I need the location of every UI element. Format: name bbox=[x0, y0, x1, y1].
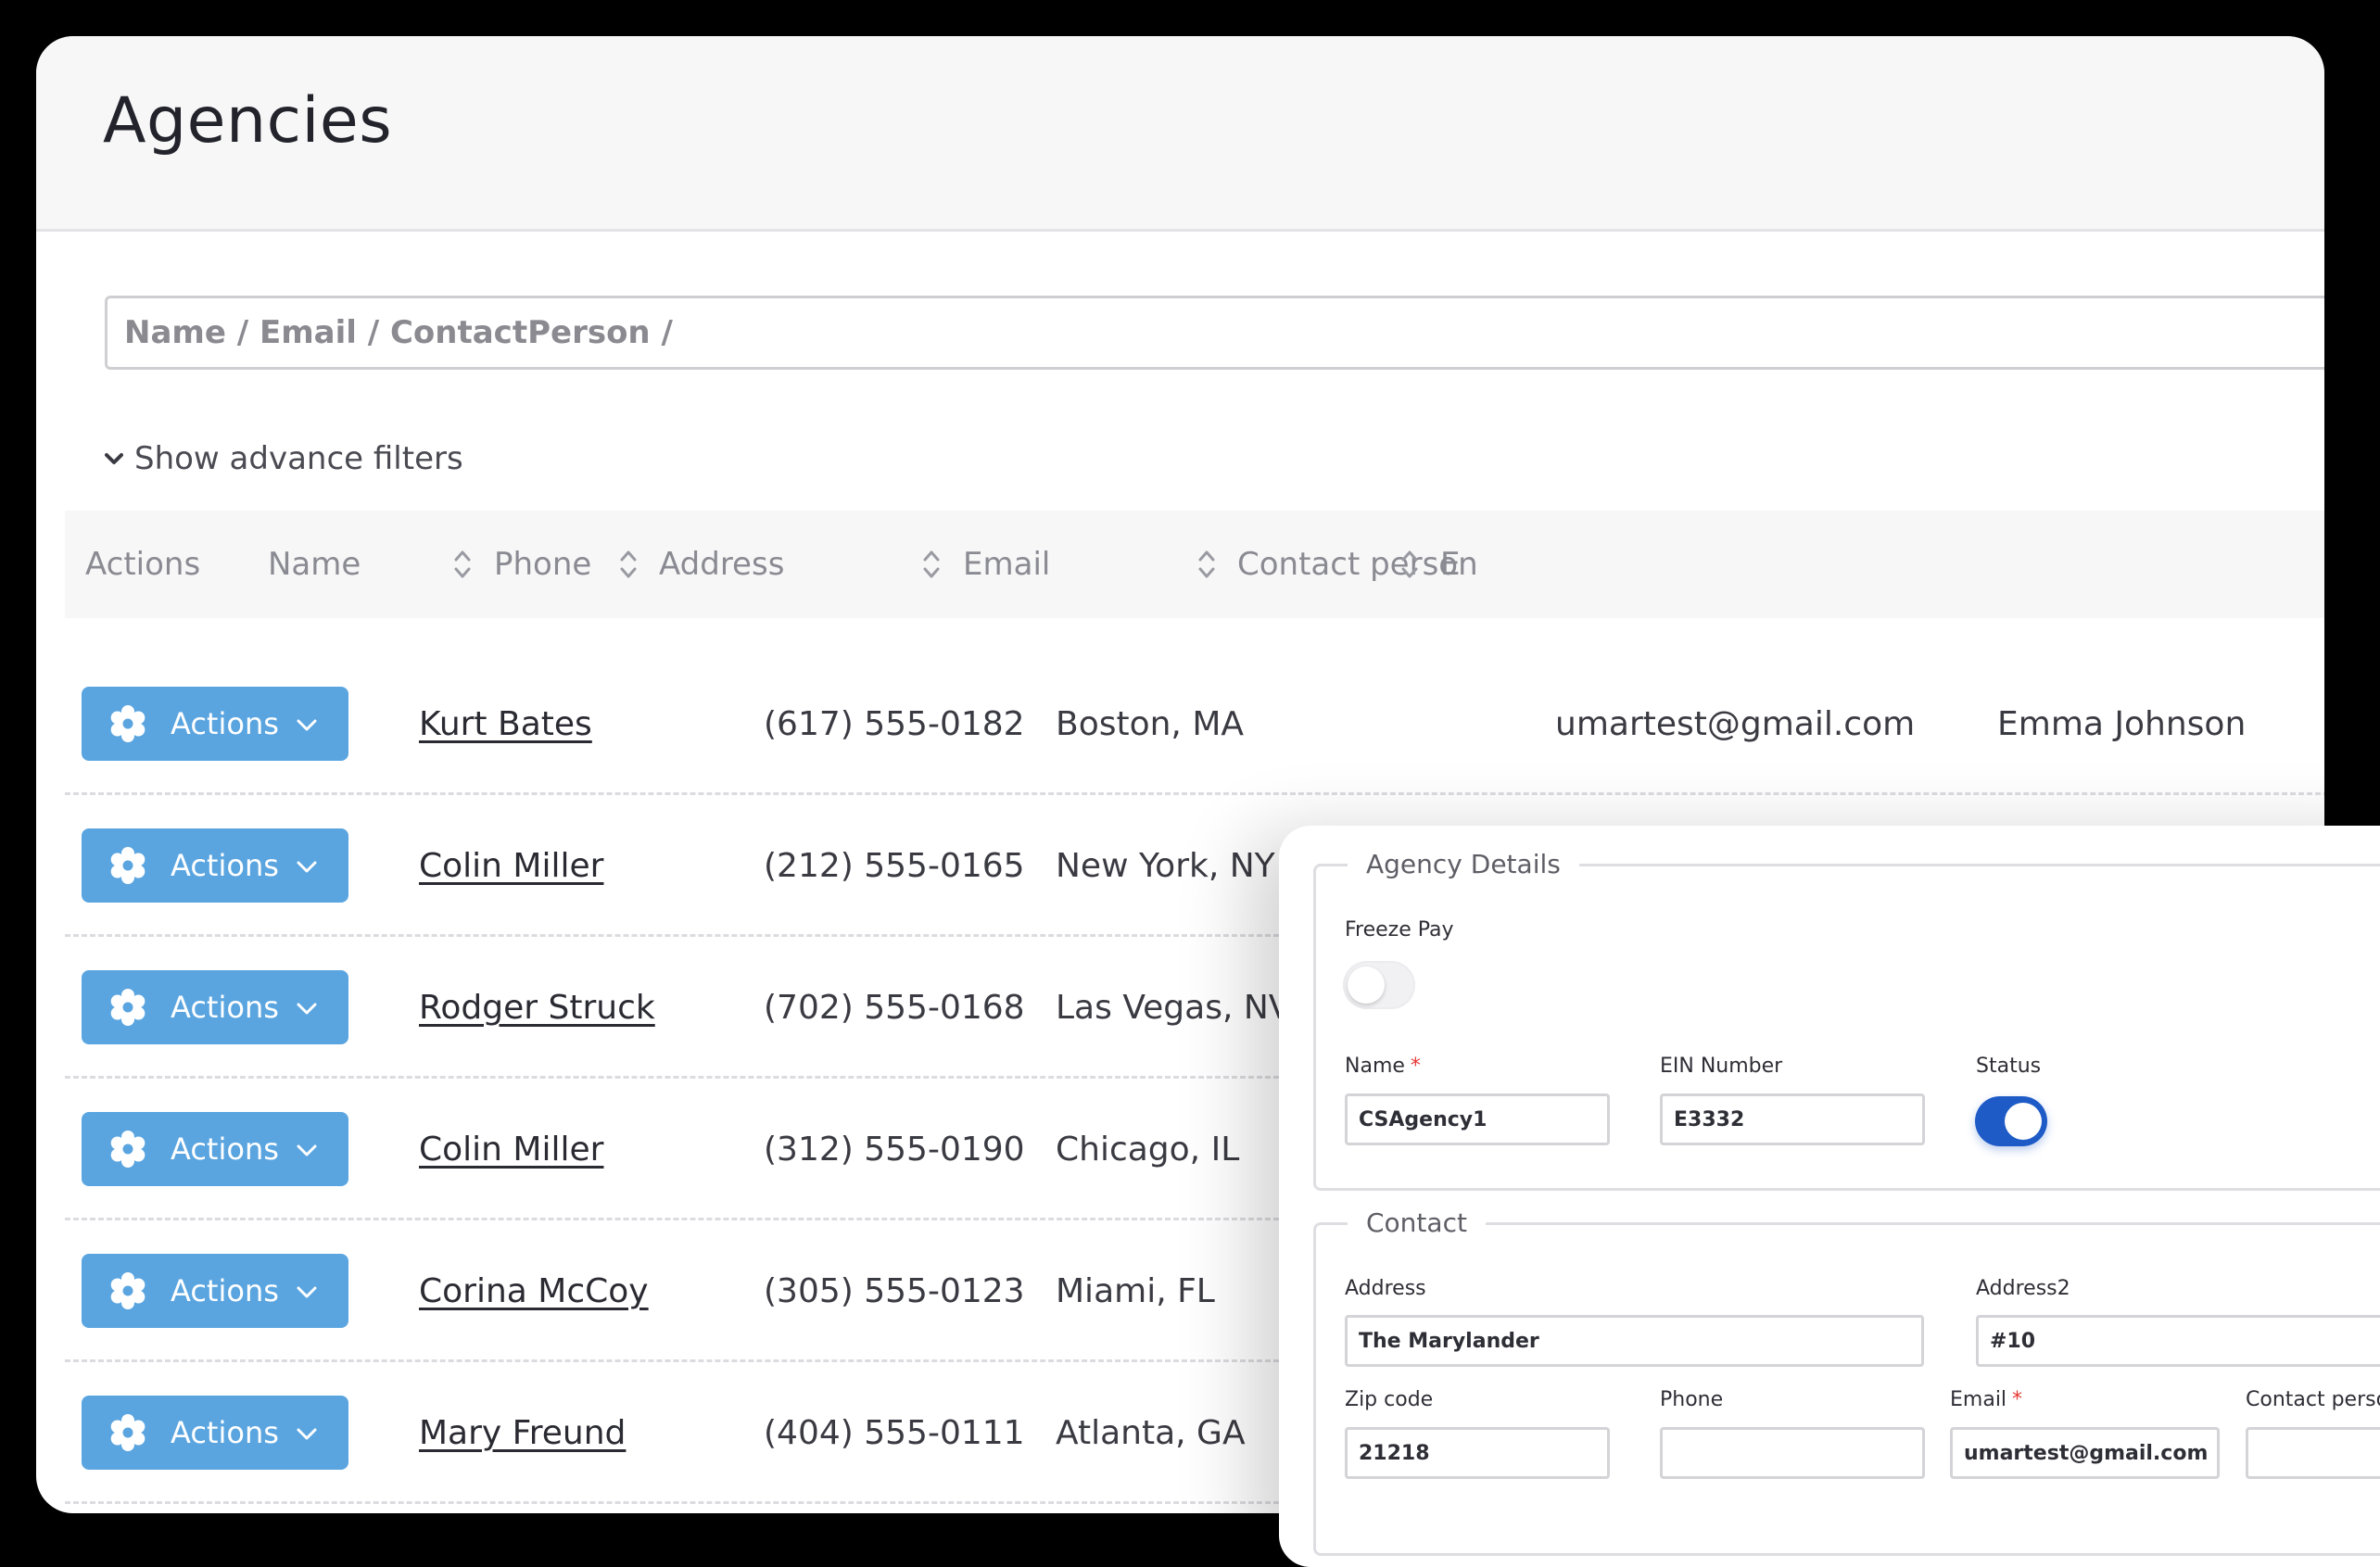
zip-code-input[interactable] bbox=[1345, 1427, 1610, 1479]
name-label-text: Name bbox=[1345, 1055, 1405, 1078]
required-mark: * bbox=[2012, 1388, 2023, 1411]
name-input[interactable] bbox=[1345, 1093, 1610, 1145]
contact-person-input[interactable] bbox=[2246, 1427, 2380, 1479]
agency-details-legend: Agency Details bbox=[1348, 842, 1579, 887]
actions-button[interactable]: Actions bbox=[82, 1396, 348, 1470]
gear-icon bbox=[110, 1272, 146, 1309]
column-header-phone[interactable]: Phone bbox=[494, 511, 591, 618]
address2-label: Address2 bbox=[1976, 1277, 2070, 1300]
sort-icon[interactable] bbox=[618, 546, 639, 583]
truncated-cell: 67 bbox=[2323, 653, 2324, 795]
phone-cell: (617) 555-0182 bbox=[764, 705, 1025, 743]
agency-name-link[interactable]: Kurt Bates bbox=[419, 653, 592, 795]
sort-icon[interactable] bbox=[1399, 546, 1420, 583]
chevron-down-icon bbox=[297, 1286, 317, 1298]
contact-person-label: Contact perso bbox=[2246, 1388, 2380, 1411]
email-cell: umartest@gmail.com bbox=[1555, 705, 1916, 743]
gear-icon bbox=[110, 705, 146, 742]
agency-name-link[interactable]: Mary Freund bbox=[419, 1362, 626, 1504]
freeze-pay-label: Freeze Pay bbox=[1345, 918, 1454, 941]
address-cell: Atlanta, GA bbox=[1056, 1414, 1246, 1452]
contact-person-cell: Emma Johnson bbox=[1997, 705, 2247, 743]
address-label: Address bbox=[1345, 1277, 1426, 1300]
status-label: Status bbox=[1976, 1055, 2042, 1078]
search-box bbox=[105, 296, 2324, 370]
phone-label: Phone bbox=[1660, 1388, 1724, 1411]
phone-cell: (212) 555-0165 bbox=[764, 847, 1025, 885]
column-header-name[interactable]: Name bbox=[268, 511, 361, 618]
ein-number-label: EIN Number bbox=[1660, 1055, 1783, 1078]
agency-name-link[interactable]: Colin Miller bbox=[419, 1079, 603, 1220]
actions-button[interactable]: Actions bbox=[82, 828, 348, 903]
advance-filters-label: Show advance filters bbox=[134, 440, 463, 477]
page-header: Agencies bbox=[36, 36, 2324, 232]
phone-cell: (404) 555-0111 bbox=[764, 1414, 1025, 1452]
actions-button-label: Actions bbox=[171, 848, 279, 883]
column-header-actions: Actions bbox=[85, 546, 201, 583]
chevron-down-icon bbox=[105, 453, 123, 464]
sort-icon[interactable] bbox=[452, 546, 473, 583]
actions-button[interactable]: Actions bbox=[82, 970, 348, 1044]
agency-form-panel: Agency Details Freeze Pay Name* EIN Numb… bbox=[1279, 826, 2380, 1567]
address-cell: Chicago, IL bbox=[1056, 1131, 1240, 1169]
ein-number-input[interactable] bbox=[1660, 1093, 1925, 1145]
gear-icon bbox=[110, 1414, 146, 1451]
phone-cell: (305) 555-0123 bbox=[764, 1272, 1025, 1310]
actions-button[interactable]: Actions bbox=[82, 687, 348, 761]
phone-cell: (702) 555-0168 bbox=[764, 989, 1025, 1027]
agency-name-link[interactable]: Rodger Struck bbox=[419, 937, 655, 1079]
contact-fieldset: Contact bbox=[1313, 1201, 2380, 1556]
required-mark: * bbox=[1410, 1055, 1421, 1078]
address-input[interactable] bbox=[1345, 1315, 1924, 1367]
chevron-down-icon bbox=[297, 1003, 317, 1015]
chevron-down-icon bbox=[297, 861, 317, 873]
chevron-down-icon bbox=[297, 1428, 317, 1440]
email-input[interactable] bbox=[1950, 1427, 2220, 1479]
actions-button-label: Actions bbox=[171, 706, 279, 741]
chevron-down-icon bbox=[297, 719, 317, 731]
name-label: Name * bbox=[1345, 1055, 1421, 1078]
actions-button[interactable]: Actions bbox=[82, 1112, 348, 1186]
actions-button-label: Actions bbox=[171, 1131, 279, 1167]
sort-icon[interactable] bbox=[921, 546, 942, 583]
email-label: Email * bbox=[1950, 1388, 2022, 1411]
status-toggle[interactable] bbox=[1975, 1096, 2047, 1146]
show-advance-filters-toggle[interactable]: Show advance filters bbox=[105, 440, 463, 477]
gear-icon bbox=[110, 847, 146, 884]
agency-name-link[interactable]: Corina McCoy bbox=[419, 1220, 649, 1362]
column-header-truncated[interactable]: E bbox=[1440, 511, 1460, 618]
column-header-email[interactable]: Email bbox=[963, 511, 1050, 618]
address-cell: Boston, MA bbox=[1056, 705, 1245, 743]
phone-cell: (312) 555-0190 bbox=[764, 1131, 1025, 1169]
actions-button[interactable]: Actions bbox=[82, 1254, 348, 1328]
phone-input[interactable] bbox=[1660, 1427, 1925, 1479]
actions-button-label: Actions bbox=[171, 1273, 279, 1308]
address2-input[interactable] bbox=[1976, 1315, 2380, 1367]
table-header: Actions Name Phone Address Email Contact… bbox=[65, 511, 2324, 618]
gear-icon bbox=[110, 989, 146, 1026]
gear-icon bbox=[110, 1131, 146, 1168]
page-title: Agencies bbox=[103, 84, 393, 158]
chevron-down-icon bbox=[297, 1144, 317, 1156]
toggle-knob bbox=[2005, 1103, 2042, 1140]
address-cell: Miami, FL bbox=[1056, 1272, 1215, 1310]
actions-button-label: Actions bbox=[171, 1415, 279, 1450]
address-cell: New York, NY bbox=[1056, 847, 1275, 885]
agency-name-link[interactable]: Colin Miller bbox=[419, 795, 603, 937]
actions-button-label: Actions bbox=[171, 990, 279, 1025]
sort-icon[interactable] bbox=[1196, 546, 1217, 583]
address-cell: Las Vegas, NV bbox=[1056, 989, 1292, 1027]
freeze-pay-toggle[interactable] bbox=[1343, 961, 1415, 1009]
zip-code-label: Zip code bbox=[1345, 1388, 1434, 1411]
email-label-text: Email bbox=[1950, 1388, 2007, 1411]
column-header-address[interactable]: Address bbox=[659, 511, 784, 618]
toggle-knob bbox=[1348, 967, 1385, 1004]
contact-legend: Contact bbox=[1348, 1201, 1486, 1245]
table-row: Actions Kurt Bates (617) 555-0182 Boston… bbox=[65, 653, 2324, 795]
search-input[interactable] bbox=[108, 298, 2324, 367]
